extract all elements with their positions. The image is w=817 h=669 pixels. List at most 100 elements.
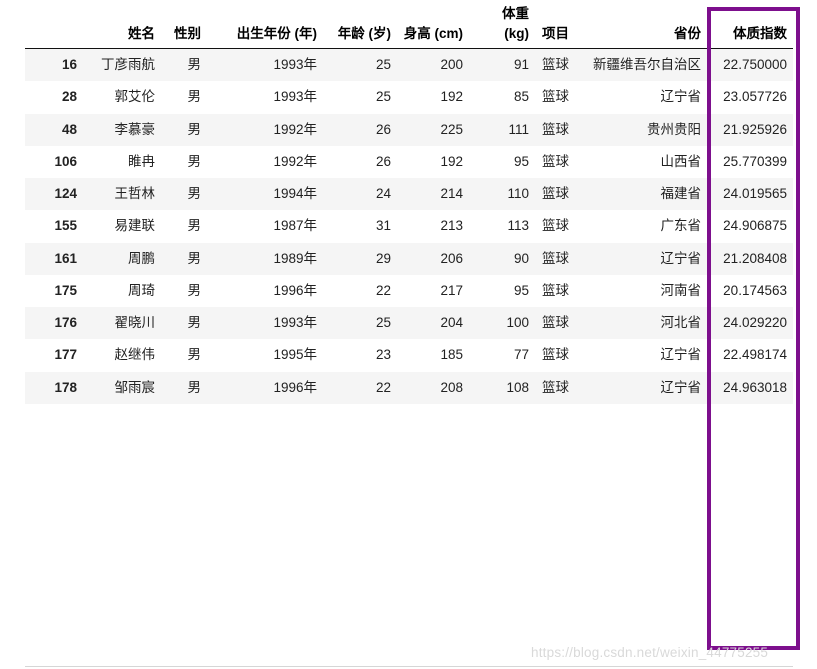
cell-sport: 篮球 <box>542 315 569 331</box>
cell-bmi: 21.925926 <box>723 121 787 137</box>
cell-sex: 男 <box>187 347 202 363</box>
column-header-weight: 体重 (kg) <box>469 0 535 49</box>
cell-name: 王哲林 <box>114 186 156 202</box>
cell-age: 23 <box>375 347 391 363</box>
cell-birth: 1993年 <box>273 315 317 331</box>
cell-weight: 91 <box>513 57 529 73</box>
cell-weight: 95 <box>513 153 529 169</box>
cell-name: 邹雨宸 <box>114 379 156 395</box>
cell-age: 25 <box>375 315 391 331</box>
cell-weight: 95 <box>513 282 529 298</box>
table-body: 16 丁彦雨航男 1993年 25 200 91 篮球 新疆维吾尔自治区 22.750000 28… <box>25 48 793 404</box>
column-header-name: 姓名 <box>83 0 161 49</box>
column-header-age: 年龄 (岁) <box>323 0 397 49</box>
cell-age: 24 <box>375 186 391 202</box>
cell-name: 睢冉 <box>128 153 155 169</box>
cell-prov: 辽宁省 <box>660 379 702 395</box>
cell-sport: 篮球 <box>542 347 569 363</box>
cell-height: 206 <box>440 250 463 266</box>
cell-height: 192 <box>440 89 463 105</box>
table-row: 28 郭艾伦 男 1993年 25 192 85 篮球 辽宁省 23.057726 <box>25 81 793 114</box>
table-row: 161 周鹏 男 1989年 29 206 90 篮球 辽宁省 21.208408 <box>25 242 793 275</box>
cell-index: 178 <box>54 379 77 395</box>
cell-age: 26 <box>375 121 391 137</box>
column-header-height: 身高 (cm) <box>397 0 469 49</box>
cell-height: 200 <box>440 57 463 73</box>
cell-prov: 辽宁省 <box>660 347 702 363</box>
cell-sex: 男 <box>187 379 202 395</box>
column-header-birth: 出生年份 (年) <box>207 0 323 49</box>
cell-bmi: 24.963018 <box>723 379 787 395</box>
cell-weight: 110 <box>507 186 529 202</box>
cell-sport: 篮球 <box>542 218 569 234</box>
cell-index: 175 <box>54 282 77 298</box>
cell-name: 易建联 <box>114 218 156 234</box>
cell-birth: 1994年 <box>273 186 317 202</box>
cell-height: 208 <box>440 379 463 395</box>
cell-bmi: 20.174563 <box>723 282 787 298</box>
screenshot-root: 姓名 性别 出生年份 (年) 年龄 (岁) 身高 (cm) 体重 (kg) 项目… <box>0 0 817 669</box>
table-row: 106 睢冉 男 1992年 26 192 95 篮球 山西省 25.770399 <box>25 145 793 179</box>
cell-age: 25 <box>375 89 391 105</box>
cell-sex: 男 <box>187 153 202 169</box>
cell-index: 48 <box>61 121 77 137</box>
cell-prov: 广东省 <box>660 218 702 234</box>
athletes-data-table: 姓名 性别 出生年份 (年) 年龄 (岁) 身高 (cm) 体重 (kg) 项目… <box>25 0 793 404</box>
cell-sex: 男 <box>187 315 202 331</box>
table-header: 姓名 性别 出生年份 (年) 年龄 (岁) 身高 (cm) 体重 (kg) 项目… <box>25 0 793 49</box>
cell-birth: 1987年 <box>273 218 317 234</box>
cell-name: 丁彦雨航 <box>101 57 155 73</box>
cell-sport: 篮球 <box>542 121 569 137</box>
watermark-text: https://blog.csdn.net/weixin_44775255 <box>531 645 769 660</box>
cell-bmi: 23.057726 <box>723 89 787 105</box>
cell-birth: 1996年 <box>273 282 317 298</box>
cell-sex: 男 <box>187 89 202 105</box>
cell-index: 176 <box>54 315 77 331</box>
table-row: 177 赵继伟 男 1995年 23 185 77 篮球 辽宁省 22.498174 <box>25 339 793 372</box>
cell-bmi: 22.498174 <box>723 347 787 363</box>
cell-bmi: 24.019565 <box>723 186 787 202</box>
cell-age: 22 <box>375 282 391 298</box>
table-row: 48 李慕豪 男 1992年 26 225 111 篮球 贵州贵阳 21.925926 <box>25 113 793 146</box>
cell-age: 22 <box>375 379 391 395</box>
cell-sex: 男 <box>187 250 202 266</box>
cell-sex: 男 <box>187 282 202 298</box>
cell-weight: 108 <box>506 379 529 395</box>
table-row: 176 翟晓川 男 1993年 25 204 100 篮球 河北省 24.029220 <box>25 307 793 340</box>
column-header-bmi: 体质指数 <box>707 0 793 49</box>
cell-height: 225 <box>440 121 463 137</box>
column-header-province: 省份 <box>575 0 707 49</box>
cell-weight: 113 <box>507 218 529 234</box>
table-row: 16 丁彦雨航 男 1993年 25 200 91 篮球 新疆维吾尔自治区 22.750000 <box>25 48 793 82</box>
cell-sport: 篮球 <box>542 57 569 73</box>
table-row: 175 周琦 男 1996年 22 217 95 篮球 河南省 20.174563 <box>25 274 793 308</box>
cell-name: 郭艾伦 <box>114 89 156 105</box>
column-header-sport: 项目 <box>535 0 575 49</box>
column-header-index <box>25 0 83 49</box>
cell-prov: 辽宁省 <box>660 89 702 105</box>
cell-index: 16 <box>61 57 77 73</box>
cell-birth: 1992年 <box>273 121 317 137</box>
cell-height: 214 <box>440 186 463 202</box>
cell-weight: 90 <box>513 250 529 266</box>
cell-height: 185 <box>440 347 463 363</box>
cell-sex: 男 <box>187 186 202 202</box>
cell-age: 29 <box>375 250 391 266</box>
cell-age: 31 <box>375 218 391 234</box>
cell-sport: 篮球 <box>542 153 569 169</box>
column-header-sex: 性别 <box>161 0 207 49</box>
cell-sport: 篮球 <box>542 282 569 298</box>
cell-index: 106 <box>54 153 77 169</box>
cell-index: 28 <box>61 89 77 105</box>
cell-bmi: 22.750000 <box>723 57 787 73</box>
table-row: 178 邹雨宸 男 1996年 22 208 108 篮球 辽宁省 24.963018 <box>25 371 793 404</box>
cell-weight: 100 <box>506 315 529 331</box>
cell-weight: 77 <box>513 347 529 363</box>
cell-prov: 山西省 <box>660 153 702 169</box>
cell-name: 赵继伟 <box>114 347 156 363</box>
cell-height: 217 <box>440 282 463 298</box>
cell-prov: 河北省 <box>660 315 702 331</box>
cell-sport: 篮球 <box>542 379 569 395</box>
table-row: 155 易建联 男 1987年 31 213 113 篮球 广东省 24.906875 <box>25 210 793 243</box>
cell-name: 周鹏 <box>128 250 155 266</box>
